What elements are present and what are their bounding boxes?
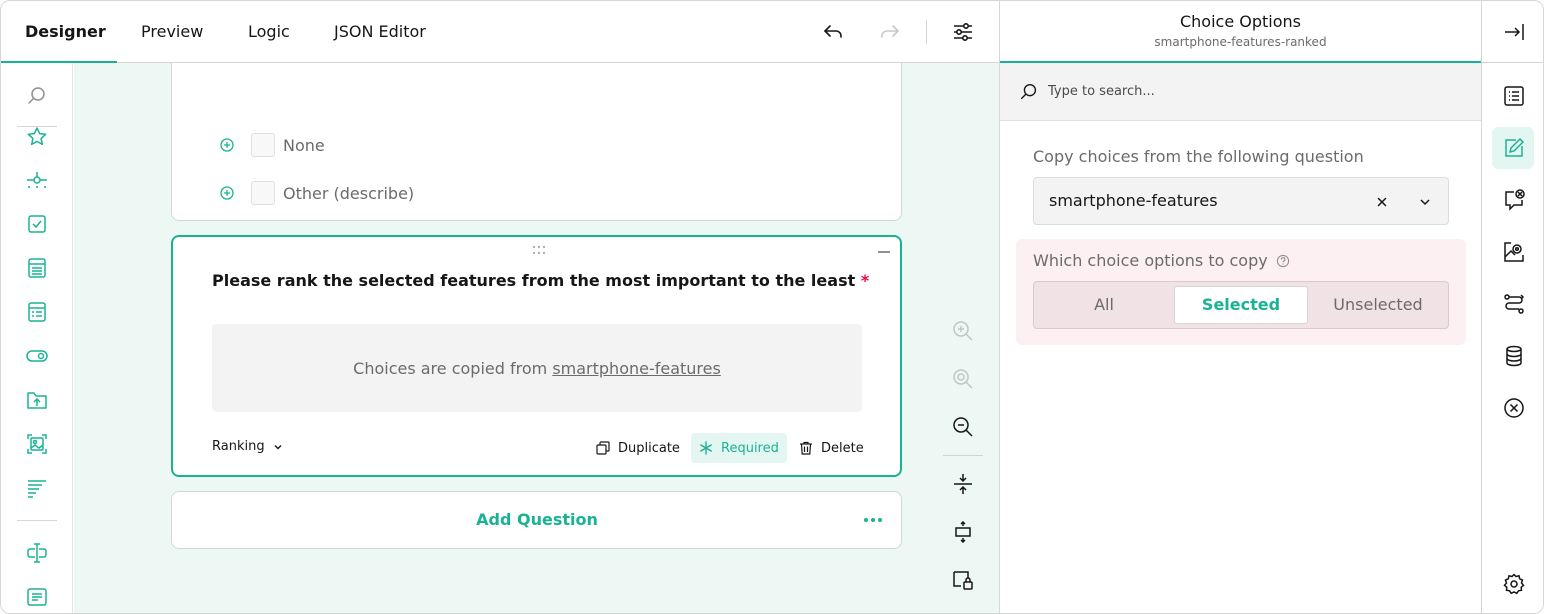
selected-question-card[interactable]: Please rank the selected features from t… bbox=[171, 235, 902, 477]
option-unselected-button[interactable]: Unselected bbox=[1312, 286, 1444, 324]
collapse-question-button[interactable] bbox=[878, 251, 890, 253]
tab-designer[interactable]: Designer bbox=[25, 1, 106, 63]
toggle-icon[interactable] bbox=[25, 344, 49, 368]
conditions-icon[interactable] bbox=[1502, 188, 1526, 212]
expand-all-icon[interactable] bbox=[951, 520, 975, 544]
panel-subtitle: smartphone-features-ranked bbox=[1154, 35, 1327, 49]
top-tab-bar: Designer Preview Logic JSON Editor bbox=[1, 1, 999, 63]
tab-logic[interactable]: Logic bbox=[248, 1, 290, 63]
rail-header bbox=[1482, 1, 1543, 63]
multi-select-icon[interactable] bbox=[25, 300, 49, 324]
choice-label[interactable]: Other (describe) bbox=[283, 184, 414, 203]
copy-choices-group: Which choice options to copy All Selecte… bbox=[1016, 239, 1466, 345]
option-all-button[interactable]: All bbox=[1038, 286, 1170, 324]
asterisk-icon bbox=[700, 441, 712, 455]
property-category-rail bbox=[1481, 1, 1543, 613]
search-icon[interactable] bbox=[25, 84, 49, 108]
drag-handle-icon[interactable] bbox=[531, 245, 547, 255]
zoom-to-fit-icon[interactable] bbox=[951, 367, 975, 391]
toolbox-separator bbox=[17, 520, 57, 521]
choice-row-none: None bbox=[220, 133, 325, 157]
property-search-input[interactable] bbox=[1048, 80, 1448, 102]
search-icon bbox=[1020, 83, 1037, 100]
property-grid-panel: Choice Options smartphone-features-ranke… bbox=[999, 1, 1481, 613]
add-choice-icon[interactable] bbox=[220, 186, 234, 200]
slider-icon[interactable] bbox=[25, 169, 49, 193]
previous-question-card[interactable]: None Other (describe) bbox=[171, 63, 902, 221]
add-question-button[interactable]: Add Question bbox=[172, 492, 902, 548]
choice-row-other: Other (describe) bbox=[220, 181, 414, 205]
choice-checkbox[interactable] bbox=[251, 181, 275, 205]
chevron-down-icon[interactable] bbox=[1415, 192, 1435, 212]
copied-source-link[interactable]: smartphone-features bbox=[552, 359, 721, 378]
collapse-panel-icon[interactable] bbox=[1502, 20, 1526, 44]
which-options-text: Which choice options to copy bbox=[1033, 251, 1268, 270]
redo-icon[interactable] bbox=[878, 20, 902, 44]
question-title[interactable]: Please rank the selected features from t… bbox=[212, 271, 869, 290]
duplicate-button[interactable]: Duplicate bbox=[588, 433, 688, 463]
question-title-text: Please rank the selected features from t… bbox=[212, 271, 856, 290]
required-label: Required bbox=[721, 440, 779, 456]
property-search-bar bbox=[1000, 63, 1481, 121]
delete-button[interactable]: Delete bbox=[791, 433, 872, 463]
settings-gear-icon[interactable] bbox=[1502, 572, 1526, 596]
clear-icon[interactable] bbox=[1502, 396, 1526, 420]
image-picker-icon[interactable] bbox=[25, 432, 49, 456]
toolbox bbox=[1, 63, 73, 613]
choice-checkbox[interactable] bbox=[251, 133, 275, 157]
checkbox-icon[interactable] bbox=[25, 212, 49, 236]
help-icon[interactable] bbox=[1276, 254, 1290, 268]
more-options-icon[interactable] bbox=[863, 512, 883, 528]
choice-edit-icon[interactable] bbox=[1502, 136, 1526, 160]
tab-preview[interactable]: Preview bbox=[141, 1, 203, 63]
copy-options-button-group: All Selected Unselected bbox=[1033, 281, 1449, 329]
copy-from-value: smartphone-features bbox=[1049, 191, 1218, 210]
general-list-icon[interactable] bbox=[1502, 84, 1526, 108]
question-type-selector[interactable]: Ranking bbox=[212, 439, 283, 454]
collapse-all-icon[interactable] bbox=[951, 472, 975, 496]
add-choice-icon[interactable] bbox=[220, 138, 234, 152]
data-icon[interactable] bbox=[1502, 344, 1526, 368]
clear-icon[interactable] bbox=[1372, 192, 1392, 212]
zoom-separator bbox=[943, 455, 983, 456]
copy-from-label: Copy choices from the following question bbox=[1033, 147, 1364, 166]
dropdown-list-icon[interactable] bbox=[25, 256, 49, 280]
toolbar-divider bbox=[926, 20, 927, 44]
which-options-label: Which choice options to copy bbox=[1033, 251, 1290, 270]
lock-question-icon[interactable] bbox=[951, 568, 975, 592]
comment-icon[interactable] bbox=[25, 585, 49, 609]
panel-title: Choice Options bbox=[1179, 12, 1301, 31]
required-asterisk: * bbox=[860, 271, 870, 290]
required-toggle-button[interactable]: Required bbox=[691, 433, 787, 463]
survey-creator-window: Designer Preview Logic JSON Editor None … bbox=[0, 0, 1544, 614]
panel-header: Choice Options smartphone-features-ranke… bbox=[1000, 1, 1481, 63]
ranking-icon[interactable] bbox=[25, 476, 49, 500]
trash-icon bbox=[800, 441, 812, 455]
choice-label[interactable]: None bbox=[283, 136, 325, 155]
zoom-out-icon[interactable] bbox=[951, 415, 975, 439]
copy-from-dropdown[interactable]: smartphone-features bbox=[1033, 177, 1449, 225]
undo-icon[interactable] bbox=[821, 20, 845, 44]
duplicate-icon bbox=[596, 441, 610, 455]
chevron-down-icon bbox=[274, 444, 282, 449]
add-question-card: Add Question bbox=[171, 491, 902, 549]
option-selected-button[interactable]: Selected bbox=[1174, 286, 1308, 324]
settings-sliders-icon[interactable] bbox=[951, 20, 975, 44]
delete-label: Delete bbox=[821, 440, 864, 456]
file-upload-icon[interactable] bbox=[25, 388, 49, 412]
question-type-label: Ranking bbox=[212, 439, 265, 454]
validation-icon[interactable] bbox=[1502, 240, 1526, 264]
tab-json-editor[interactable]: JSON Editor bbox=[334, 1, 426, 63]
text-input-icon[interactable] bbox=[25, 541, 49, 565]
question-footer: Ranking Duplicate Required Delete bbox=[212, 433, 864, 463]
rating-star-icon[interactable] bbox=[25, 125, 49, 149]
zoom-in-icon[interactable] bbox=[951, 319, 975, 343]
copied-choices-notice: Choices are copied from smartphone-featu… bbox=[212, 324, 862, 412]
design-canvas: None Other (describe) Please rank the se… bbox=[74, 63, 999, 613]
logic-flow-icon[interactable] bbox=[1502, 292, 1526, 316]
copied-choices-prefix: Choices are copied from bbox=[353, 358, 548, 378]
duplicate-label: Duplicate bbox=[618, 440, 680, 456]
